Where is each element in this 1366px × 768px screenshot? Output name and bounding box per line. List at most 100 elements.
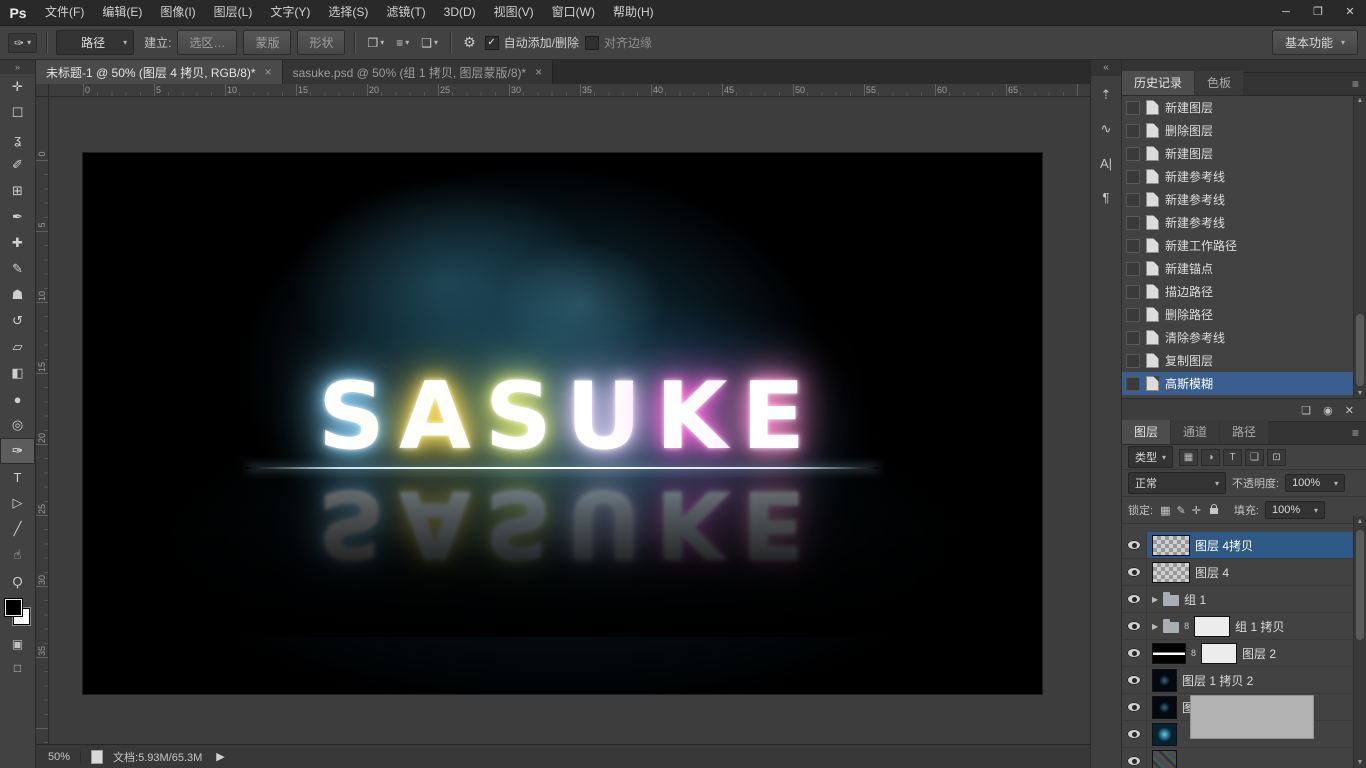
layer-thumbnail[interactable] xyxy=(1152,643,1186,664)
history-source-checkbox[interactable] xyxy=(1126,377,1140,391)
layer-thumbnail[interactable] xyxy=(1152,669,1177,692)
history-step[interactable]: 新建图层 xyxy=(1122,142,1366,165)
adjustment-layer-filter-icon[interactable]: ◑ xyxy=(1201,449,1220,466)
lock-transparent-pixels-icon[interactable]: ▦ xyxy=(1159,504,1171,517)
pixel-layer-filter-icon[interactable]: ▦ xyxy=(1179,449,1198,466)
history-source-checkbox[interactable] xyxy=(1126,262,1140,276)
collapsed-panel-icon-2[interactable]: ∿ xyxy=(1091,114,1121,144)
collapse-tools-icon[interactable]: » xyxy=(0,60,35,74)
clone-stamp-tool[interactable]: ☗ xyxy=(0,282,35,308)
history-source-checkbox[interactable] xyxy=(1126,239,1140,253)
paragraph-panel-icon[interactable]: ¶ xyxy=(1091,182,1121,212)
lock-image-pixels-icon[interactable]: ✎ xyxy=(1175,504,1186,517)
menu-item[interactable]: 视图(V) xyxy=(485,0,543,25)
layer-row-body[interactable]: ▶ 8 图层 4 xyxy=(1147,559,1366,585)
layer-row-body[interactable]: ▶ 8 图层 4拷贝 xyxy=(1147,532,1366,558)
tool-mode-dropdown[interactable]: 路径 ▾ xyxy=(56,30,134,55)
menu-item[interactable]: 滤镜(T) xyxy=(377,0,434,25)
new-document-from-state-icon[interactable]: ❏ xyxy=(1301,404,1311,417)
lock-all-icon[interactable] xyxy=(1210,508,1218,514)
make-selection-button[interactable]: 选区… xyxy=(177,30,237,55)
layer-row[interactable]: ▶ 8 图层 2 xyxy=(1122,640,1366,667)
lasso-tool[interactable]: ʓ xyxy=(0,126,35,152)
menu-item[interactable]: 文件(F) xyxy=(36,0,93,25)
layer-mask-thumbnail[interactable] xyxy=(1201,643,1237,664)
menu-item[interactable]: 图像(I) xyxy=(151,0,204,25)
group-expander-icon[interactable]: ▶ xyxy=(1152,622,1158,631)
scrollbar-thumb[interactable] xyxy=(1356,530,1364,640)
hand-tool[interactable]: ☝ xyxy=(0,542,35,568)
layer-filter-type-dropdown[interactable]: 类型 ▾ xyxy=(1128,446,1173,468)
dodge-tool[interactable]: ◎ xyxy=(0,412,35,438)
layer-thumbnail[interactable] xyxy=(1152,750,1177,768)
visibility-toggle[interactable] xyxy=(1122,640,1147,666)
history-scrollbar[interactable]: ▲ ▼ xyxy=(1353,96,1366,398)
visibility-toggle[interactable] xyxy=(1122,667,1147,693)
tab-history[interactable]: 历史记录 xyxy=(1122,71,1194,95)
group-expander-icon[interactable]: ▶ xyxy=(1152,595,1158,604)
history-source-checkbox[interactable] xyxy=(1126,308,1140,322)
layers-panel-menu-icon[interactable]: ≡ xyxy=(1345,426,1366,444)
ruler-origin[interactable] xyxy=(36,84,49,97)
tab-swatches[interactable]: 色板 xyxy=(1195,71,1243,95)
visibility-toggle[interactable] xyxy=(1122,748,1147,768)
eyedropper-tool[interactable]: ✒ xyxy=(0,204,35,230)
layer-row[interactable]: ▶ 8 组 1 xyxy=(1122,586,1366,613)
menu-item[interactable]: 3D(D) xyxy=(435,0,485,25)
pen-tool[interactable]: ✑ xyxy=(0,438,35,464)
history-step[interactable]: 描边路径 xyxy=(1122,280,1366,303)
visibility-toggle[interactable] xyxy=(1122,559,1147,585)
type-layer-filter-icon[interactable]: T xyxy=(1223,449,1242,466)
menu-item[interactable]: 图层(L) xyxy=(205,0,262,25)
history-source-checkbox[interactable] xyxy=(1126,147,1140,161)
menu-item[interactable]: 窗口(W) xyxy=(543,0,604,25)
tab-paths[interactable]: 路径 xyxy=(1220,420,1268,444)
path-operations-button[interactable]: ❐ ▾ xyxy=(364,34,387,52)
gear-icon[interactable]: ⚙ xyxy=(460,34,479,51)
history-panel-menu-icon[interactable]: ≡ xyxy=(1345,77,1366,95)
menu-item[interactable]: 编辑(E) xyxy=(93,0,151,25)
blur-tool[interactable]: ● xyxy=(0,386,35,412)
scroll-down-icon[interactable]: ▼ xyxy=(1354,390,1366,397)
vertical-ruler[interactable]: 05101520253035 xyxy=(36,97,49,744)
layer-thumbnail[interactable] xyxy=(1152,562,1190,583)
history-step[interactable]: 高斯模糊 xyxy=(1122,372,1366,395)
visibility-toggle[interactable] xyxy=(1122,694,1147,720)
document-tab[interactable]: 未标题-1 @ 50% (图层 4 拷贝, RGB/8)* × xyxy=(36,60,283,84)
minimize-button[interactable]: ─ xyxy=(1270,0,1302,25)
opacity-field[interactable]: 100% ▾ xyxy=(1285,474,1345,492)
scrollbar-thumb[interactable] xyxy=(1356,314,1364,386)
gradient-tool[interactable]: ◧ xyxy=(0,360,35,386)
restore-button[interactable]: ❐ xyxy=(1302,0,1334,25)
history-step[interactable]: 清除参考线 xyxy=(1122,326,1366,349)
make-mask-button[interactable]: 蒙版 xyxy=(243,30,291,55)
zoom-tool[interactable]: Ϙ xyxy=(0,568,35,594)
history-step[interactable]: 复制图层 xyxy=(1122,349,1366,372)
workspace-switcher[interactable]: 基本功能 ▾ xyxy=(1272,30,1358,55)
zoom-level-field[interactable]: 50% xyxy=(48,751,81,763)
rectangular-marquee-tool[interactable]: ☐ xyxy=(0,100,35,126)
status-expand-icon[interactable]: ▶ xyxy=(216,750,224,763)
menu-item[interactable]: 选择(S) xyxy=(319,0,377,25)
fill-field[interactable]: 100% ▾ xyxy=(1265,501,1325,519)
horizontal-ruler[interactable]: 05101520253035404550556065 xyxy=(49,84,1090,97)
layer-row-body[interactable]: ▶ 8 图层 2 xyxy=(1147,640,1366,666)
lock-position-icon[interactable]: ✛ xyxy=(1191,504,1202,517)
collapsed-panel-icon-1[interactable]: ⇡ xyxy=(1091,80,1121,110)
history-source-checkbox[interactable] xyxy=(1126,216,1140,230)
layer-row[interactable]: ▶ 8 xyxy=(1122,748,1366,768)
auto-add-delete-checkbox[interactable]: ✓ 自动添加/删除 xyxy=(485,34,579,51)
layer-row-body[interactable]: ▶ 8 图层 1 拷贝 2 xyxy=(1147,667,1366,693)
layers-scrollbar[interactable]: ▲ ▼ xyxy=(1353,516,1366,768)
screen-mode-button[interactable]: □ xyxy=(0,656,35,680)
layer-thumbnail[interactable] xyxy=(1152,723,1177,746)
new-snapshot-icon[interactable]: ◉ xyxy=(1323,404,1333,417)
history-step[interactable]: 新建锚点 xyxy=(1122,257,1366,280)
history-step[interactable]: 删除图层 xyxy=(1122,119,1366,142)
path-selection-tool[interactable]: ▷ xyxy=(0,490,35,516)
history-step[interactable]: 新建图层 xyxy=(1122,96,1366,119)
history-brush-tool[interactable]: ↺ xyxy=(0,308,35,334)
color-swatches[interactable] xyxy=(0,596,35,632)
tool-preset-picker[interactable]: ✑ ▾ xyxy=(8,33,37,53)
path-arrange-button[interactable]: ❑ ▾ xyxy=(418,34,441,52)
